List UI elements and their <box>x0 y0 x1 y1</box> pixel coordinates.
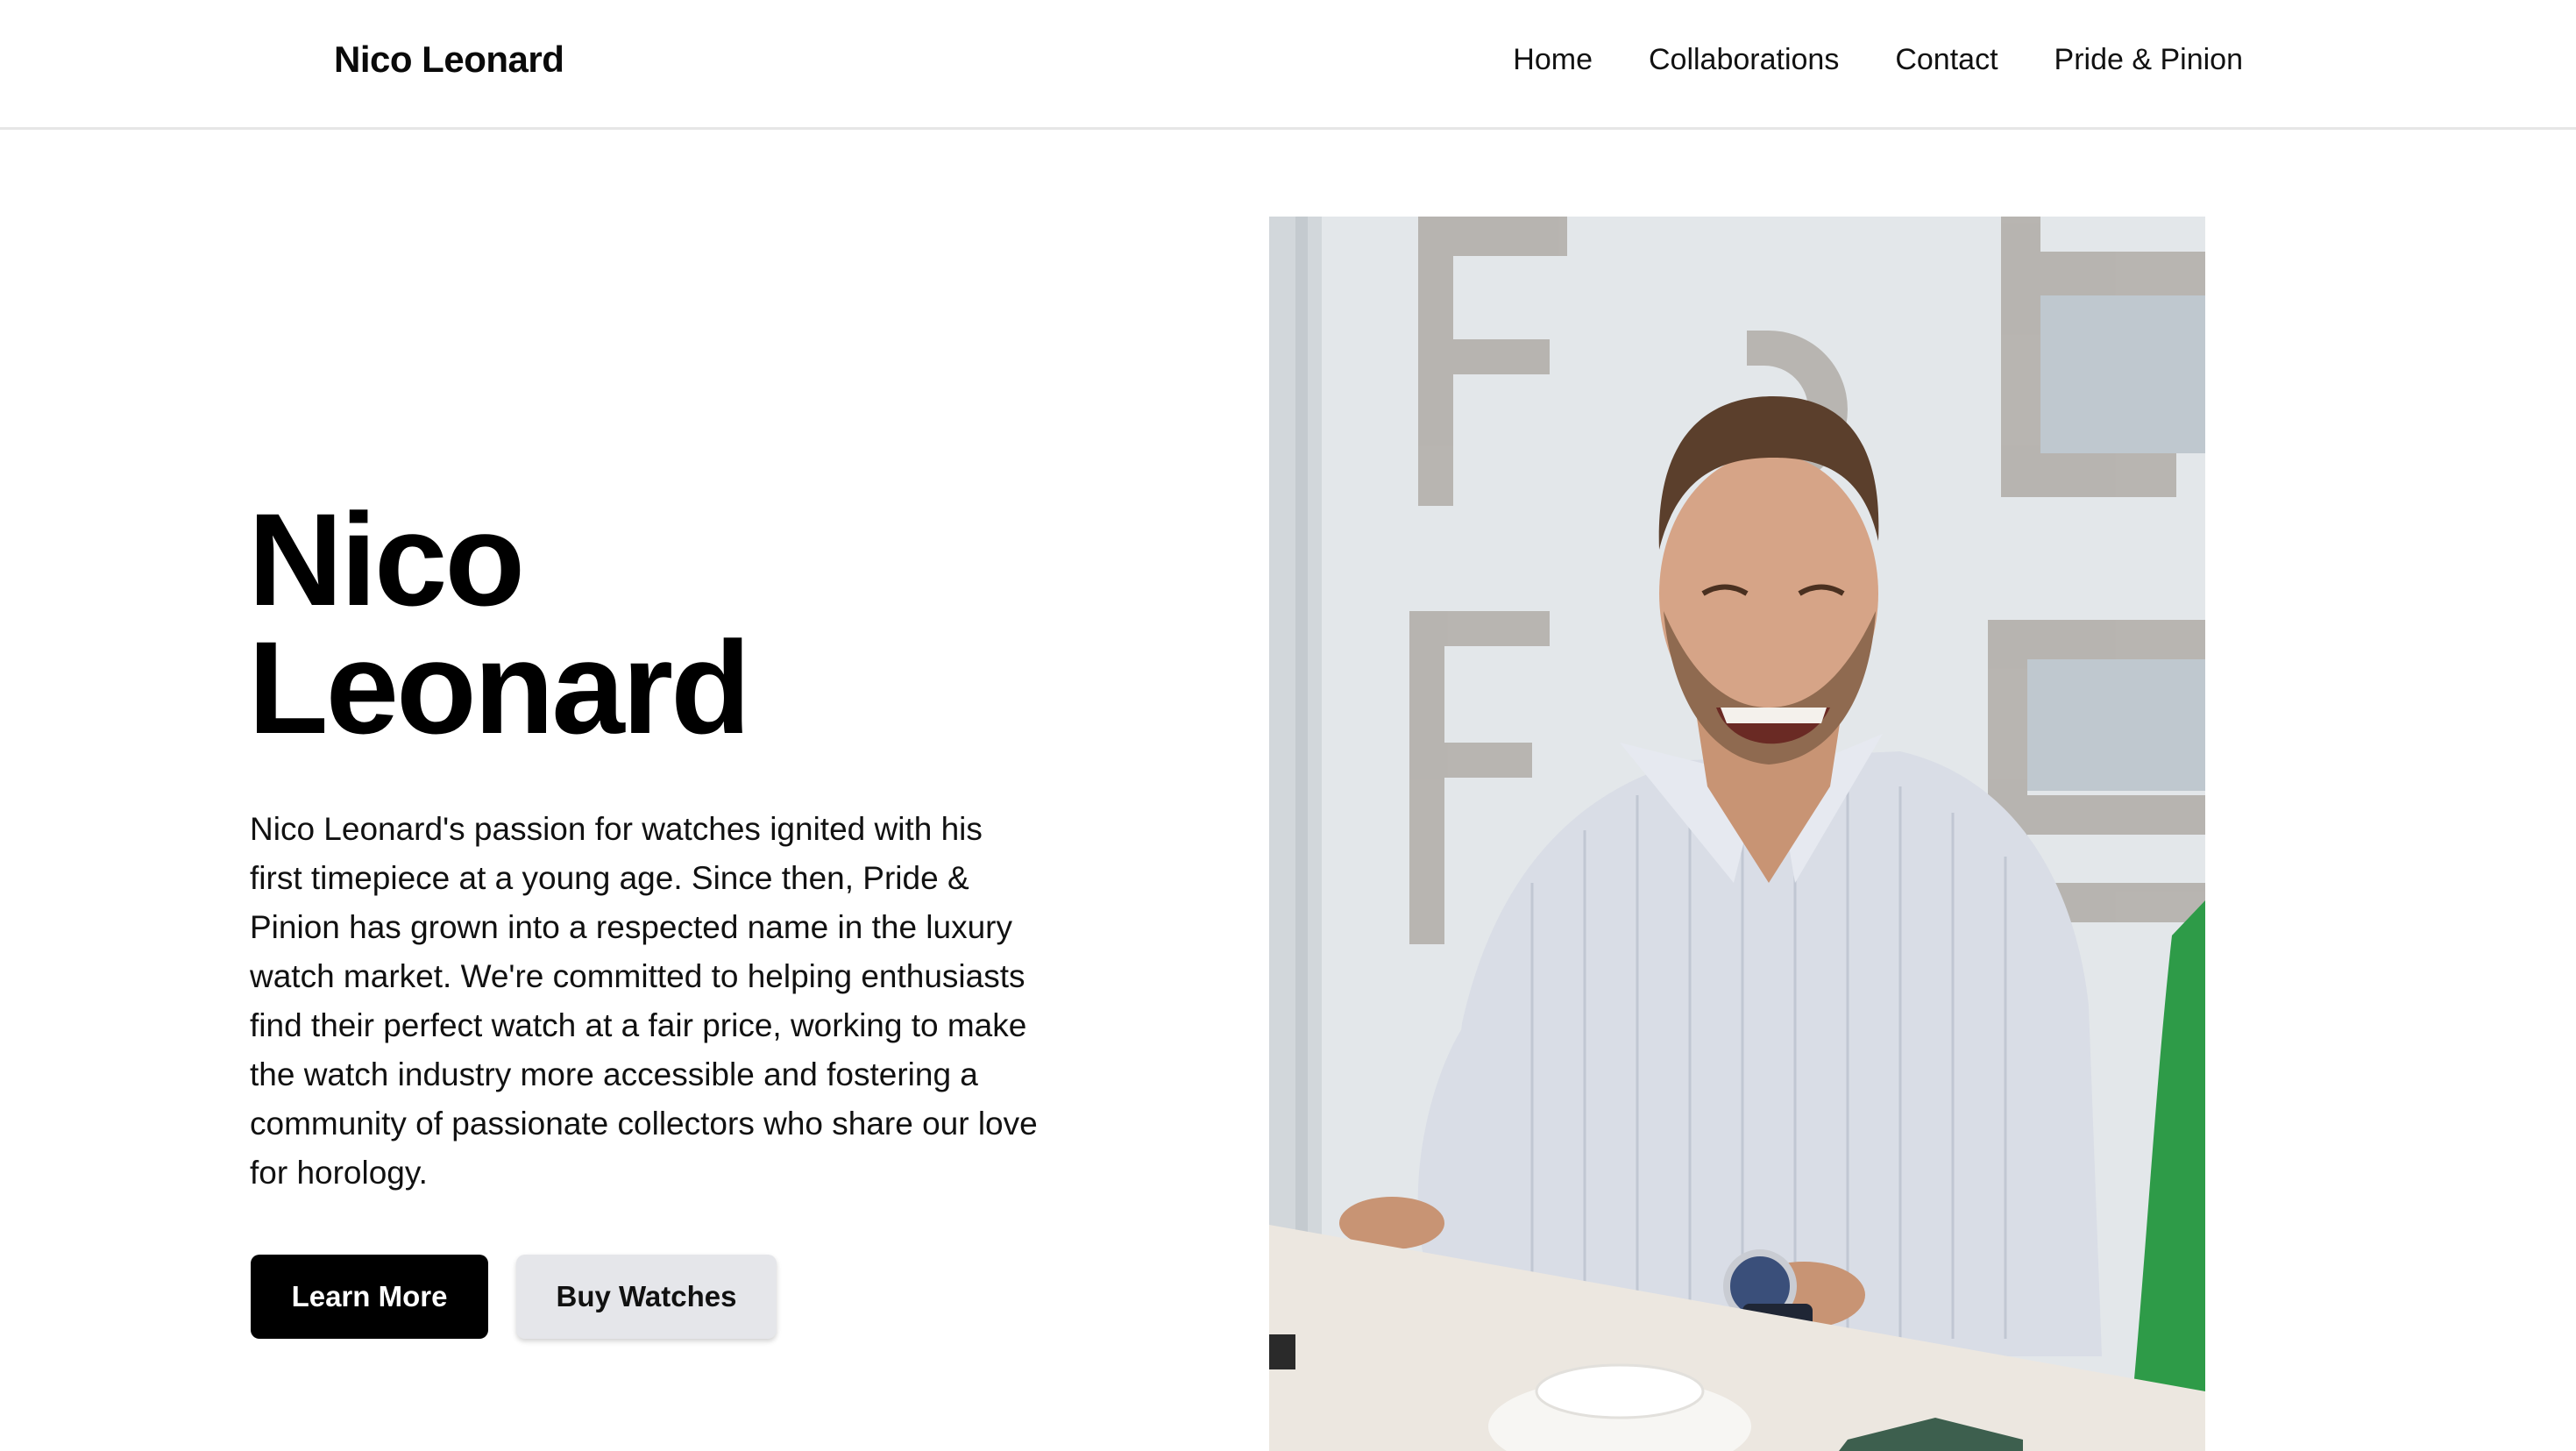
nav-contact-link[interactable]: Contact <box>1895 39 1998 81</box>
hero-description: Nico Leonard's passion for watches ignit… <box>250 811 1038 1191</box>
portrait-illustration <box>1269 217 2205 1451</box>
nav-pride-pinion-link[interactable]: Pride & Pinion <box>2054 39 2243 81</box>
nav-collaborations-link[interactable]: Collaborations <box>1649 39 1839 81</box>
main-nav: Home Collaborations Contact Pride & Pini… <box>1513 39 2243 81</box>
learn-more-button[interactable]: Learn More <box>251 1255 488 1339</box>
buy-watches-button[interactable]: Buy Watches <box>516 1255 777 1339</box>
hero-title-line-2: Leonard <box>248 614 751 761</box>
hero-title-line-1: Nico <box>248 486 525 633</box>
nav-home-link[interactable]: Home <box>1513 39 1593 81</box>
site-header: Nico Leonard Home Collaborations Contact… <box>0 0 2576 130</box>
brand-logo-link[interactable]: Nico Leonard <box>334 37 564 82</box>
portrait-photo <box>1269 217 2205 1451</box>
hero-title: Nico Leonard <box>248 486 751 761</box>
